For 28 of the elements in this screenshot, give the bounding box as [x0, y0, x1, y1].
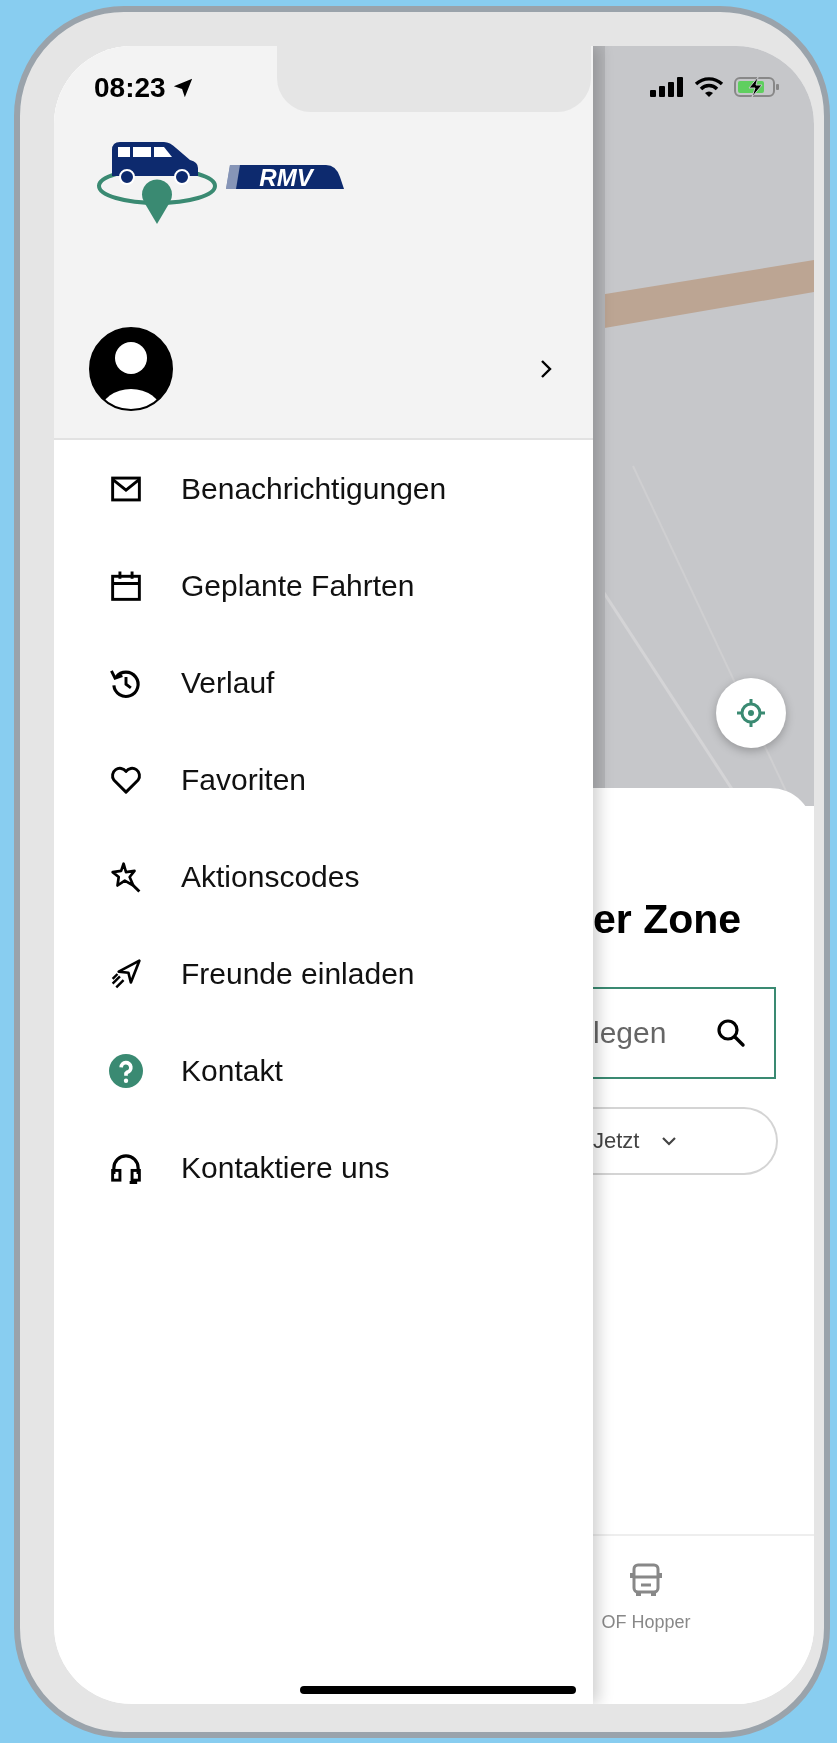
avatar-icon	[89, 327, 173, 411]
chevron-down-icon	[661, 1136, 678, 1146]
status-time: 08:23	[94, 72, 166, 104]
crosshair-icon	[736, 698, 766, 728]
sheet-title: er Zone	[593, 896, 743, 943]
signal-icon	[650, 77, 684, 97]
paper-plane-icon	[109, 956, 143, 991]
chevron-right-icon	[539, 358, 553, 380]
bus-icon	[628, 1562, 664, 1598]
star-wand-icon	[109, 859, 143, 894]
search-field[interactable]: legen	[593, 987, 776, 1079]
menu-item[interactable]: Aktionscodes	[54, 828, 593, 925]
menu-item[interactable]: Geplante Fahrten	[54, 537, 593, 634]
menu-item[interactable]: Freunde einladen	[54, 925, 593, 1022]
menu-item[interactable]: Kontaktiere uns	[54, 1119, 593, 1216]
rmv-logo: RMV	[226, 163, 346, 191]
calendar-icon	[109, 568, 143, 603]
menu-item[interactable]: Benachrichtigungen	[54, 440, 593, 537]
time-dropdown[interactable]: Jetzt	[593, 1107, 778, 1175]
tab-item[interactable]: OF Hopper	[593, 1536, 699, 1704]
battery-charging-icon	[734, 76, 780, 98]
wifi-icon	[694, 76, 724, 98]
menu-item[interactable]: Favoriten	[54, 731, 593, 828]
question-icon	[109, 1053, 143, 1088]
profile-link[interactable]	[89, 327, 553, 411]
menu-item[interactable]: Kontakt	[54, 1022, 593, 1119]
search-icon	[716, 1018, 746, 1048]
menu-item[interactable]: Verlauf	[54, 634, 593, 731]
